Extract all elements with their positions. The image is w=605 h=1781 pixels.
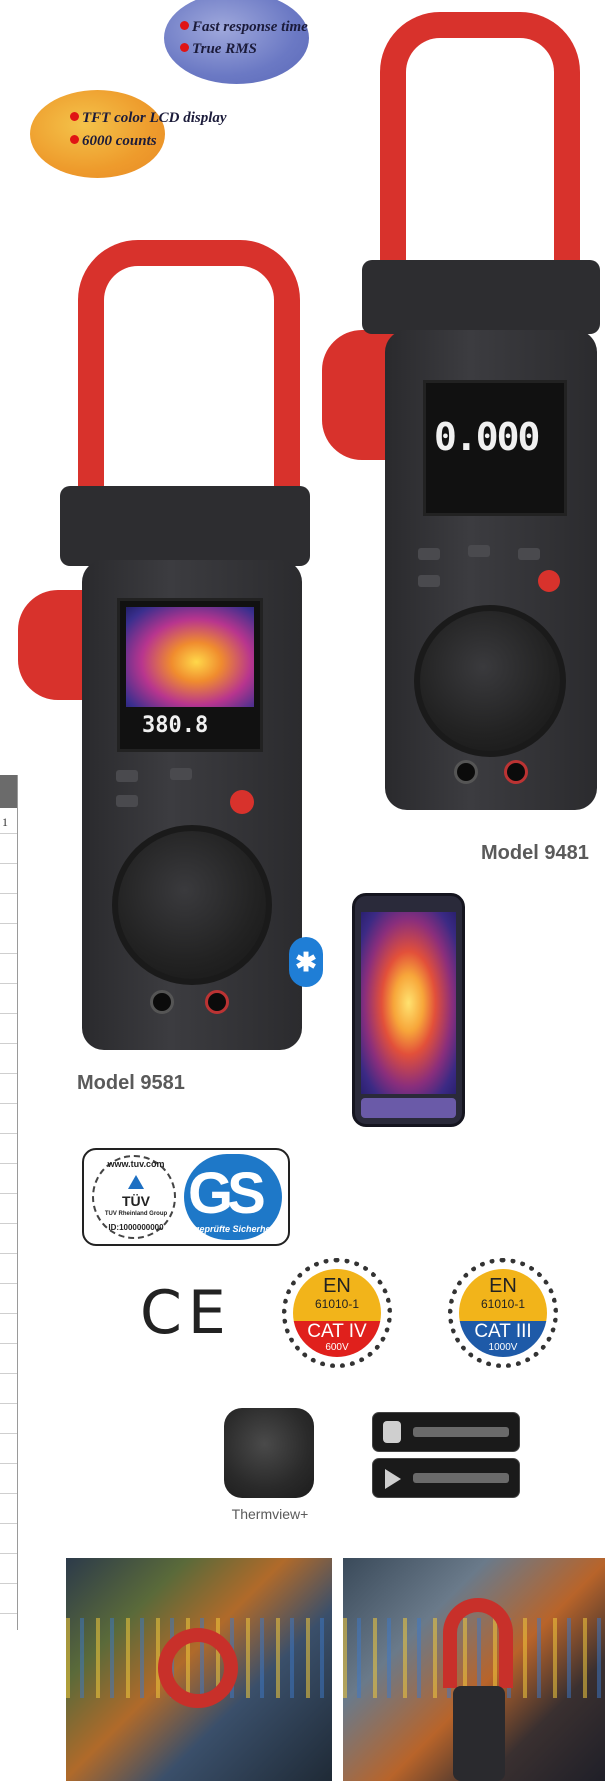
input-jack	[454, 760, 478, 784]
tuv-id: ID:1000000000	[108, 1223, 164, 1232]
table-row	[0, 1583, 17, 1584]
bluetooth-icon: ✱	[289, 937, 323, 987]
thermal-image	[126, 607, 254, 707]
feature-true-rms: True RMS	[180, 40, 257, 58]
clamp-in-use	[443, 1598, 513, 1688]
clamp-in-use	[158, 1628, 238, 1708]
lcd-screen: 0.000	[423, 380, 567, 516]
table-row	[0, 1373, 17, 1374]
input-jack	[150, 990, 174, 1014]
badge-voltage: 600V	[325, 1342, 349, 1353]
badge-standard: 61010-1	[480, 1297, 526, 1311]
table-row	[0, 1193, 17, 1194]
model-label-9581: Model 9581	[77, 1072, 185, 1094]
meter-collar	[362, 260, 600, 334]
feature-6000-counts: 6000 counts	[70, 132, 157, 150]
hold-button	[230, 790, 254, 814]
model-label-9481: Model 9481	[481, 842, 589, 864]
badge-category: CAT III	[474, 1321, 532, 1342]
table-row	[0, 1493, 17, 1494]
meter-button	[116, 770, 138, 782]
google-play-icon	[385, 1469, 401, 1489]
table-row	[0, 1283, 17, 1284]
apple-icon	[383, 1421, 401, 1443]
table-row	[0, 1343, 17, 1344]
table-row	[0, 893, 17, 894]
meter-button	[116, 795, 138, 807]
table-row	[0, 1313, 17, 1314]
spec-table-edge: 1	[0, 775, 18, 1630]
phone-thermal-image	[361, 912, 456, 1094]
table-row	[0, 1553, 17, 1554]
application-photo-1	[66, 1558, 332, 1781]
table-row	[0, 1523, 17, 1524]
gs-mark: GS geprüfte Sicherheit	[184, 1154, 282, 1240]
table-header	[0, 775, 17, 808]
bullet-icon	[180, 43, 189, 52]
input-jack	[504, 760, 528, 784]
table-row	[0, 1433, 17, 1434]
table-row	[0, 1253, 17, 1254]
meter-button	[418, 548, 440, 560]
google-play-badge[interactable]	[372, 1458, 520, 1498]
meter-in-use	[453, 1686, 505, 1781]
ce-mark: CE	[140, 1278, 232, 1348]
clamp-jaw	[380, 12, 580, 267]
hold-button	[538, 570, 560, 592]
table-row	[0, 1013, 17, 1014]
lcd-screen: 380.8	[117, 598, 263, 752]
app-name: Thermview+	[231, 1506, 309, 1522]
badge-en: EN	[323, 1275, 351, 1297]
gs-logo: GS	[188, 1161, 266, 1226]
table-row	[0, 863, 17, 864]
meter-button	[468, 545, 490, 557]
app-store-badge[interactable]	[372, 1412, 520, 1452]
table-row	[0, 1403, 17, 1404]
lcd-reading: 380.8	[142, 713, 209, 738]
badge-voltage: 1000V	[488, 1342, 518, 1353]
table-row	[0, 833, 17, 834]
table-row	[0, 1613, 17, 1614]
tuv-url: www.tuv.com	[107, 1159, 165, 1169]
phone-toolbar	[361, 1098, 456, 1118]
smartphone-app-preview	[352, 893, 465, 1127]
badge-standard: 61010-1	[314, 1297, 360, 1311]
tuv-seal: www.tuv.com TÜV TUV Rheinland Group ID:1…	[92, 1155, 176, 1239]
cat-iv-badge: EN 61010-1 CAT IV 600V	[282, 1258, 392, 1368]
bullet-icon	[70, 112, 79, 121]
table-row	[0, 1163, 17, 1164]
table-row	[0, 1073, 17, 1074]
table-row	[0, 1463, 17, 1464]
tuv-triangle-icon	[128, 1175, 144, 1189]
badge-category: CAT IV	[307, 1321, 367, 1342]
meter-button	[418, 575, 440, 587]
bullet-icon	[70, 135, 79, 144]
table-row	[0, 983, 17, 984]
meter-button	[518, 548, 540, 560]
cat-iii-badge: EN 61010-1 CAT III 1000V	[448, 1258, 558, 1368]
table-row	[0, 1133, 17, 1134]
feature-fast-response: Fast response time	[180, 18, 308, 36]
rotary-dial	[112, 825, 272, 985]
rotary-dial	[414, 605, 566, 757]
tuv-name: TÜV	[122, 1193, 150, 1209]
badge-en: EN	[489, 1275, 517, 1297]
lcd-reading: 0.000	[434, 415, 540, 459]
feature-tft-display: TFT color LCD display	[70, 109, 227, 127]
table-cell: 1	[2, 815, 8, 829]
gs-note: geprüfte Sicherheit	[193, 1224, 276, 1234]
application-photo-2	[343, 1558, 605, 1781]
input-jack	[205, 990, 229, 1014]
thermview-app-icon[interactable]	[224, 1408, 314, 1498]
table-row	[0, 1103, 17, 1104]
bullet-icon	[180, 21, 189, 30]
table-row	[0, 953, 17, 954]
table-row	[0, 1223, 17, 1224]
tuv-gs-certification: www.tuv.com TÜV TUV Rheinland Group ID:1…	[82, 1148, 290, 1246]
table-row	[0, 1043, 17, 1044]
meter-button	[170, 768, 192, 780]
table-row	[0, 923, 17, 924]
meter-collar	[60, 486, 310, 566]
tuv-group: TUV Rheinland Group	[104, 1211, 168, 1217]
